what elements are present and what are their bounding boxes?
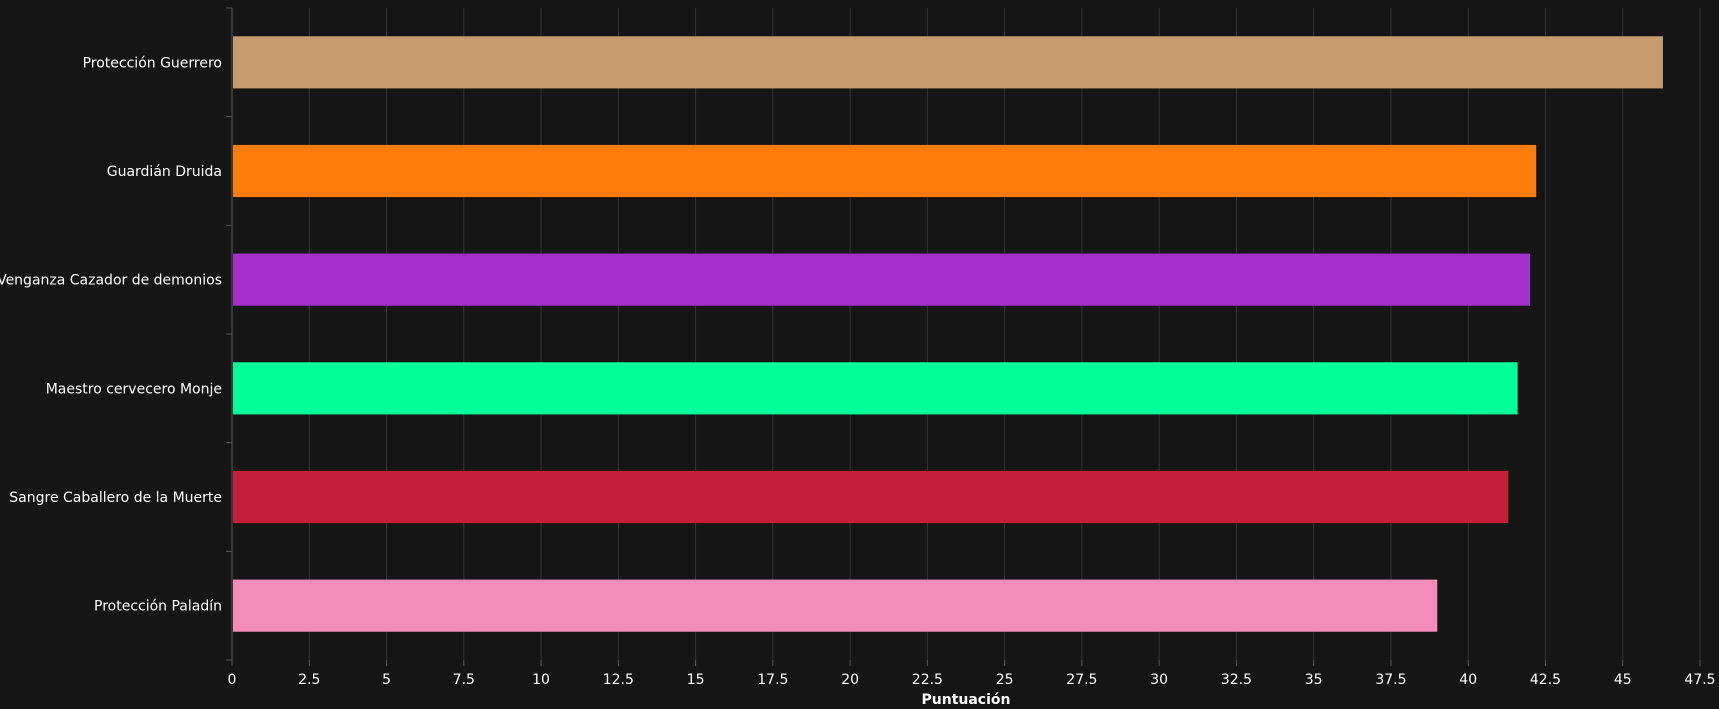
bar-chart: 0 2.5 5 7.5 10 12.5 15 17.5 20 22.5 25 27.5 30 32.5 35… bbox=[0, 7, 1716, 708]
x-tick-label: 20 bbox=[841, 672, 859, 688]
x-tick-label: 5 bbox=[382, 672, 391, 688]
x-tick-label: 30 bbox=[1150, 672, 1168, 688]
category-label: Venganza Cazador de demonios bbox=[0, 273, 222, 289]
x-axis-title: Puntuación bbox=[922, 692, 1011, 708]
chart-container: 0 2.5 5 7.5 10 12.5 15 17.5 20 22.5 25 27.5 30 32.5 35… bbox=[0, 0, 1719, 709]
x-tick-label: 37.5 bbox=[1375, 672, 1406, 688]
x-tick-label: 12.5 bbox=[603, 672, 634, 688]
x-tick-label: 32.5 bbox=[1221, 672, 1252, 688]
x-tick-label: 45 bbox=[1614, 672, 1632, 688]
bar[interactable] bbox=[233, 579, 1438, 632]
category-label: Sangre Caballero de la Muerte bbox=[9, 490, 222, 506]
category-label: Protección Paladín bbox=[94, 599, 222, 615]
bar[interactable] bbox=[233, 253, 1531, 306]
bar[interactable] bbox=[233, 144, 1537, 198]
x-tick-label: 15 bbox=[687, 672, 705, 688]
bar[interactable] bbox=[233, 362, 1518, 415]
x-tick-label: 40 bbox=[1459, 672, 1477, 688]
x-tick-label: 35 bbox=[1305, 672, 1323, 688]
x-tick-label: 7.5 bbox=[453, 672, 475, 688]
x-tick-label: 0 bbox=[228, 672, 237, 688]
x-tick-label: 47.5 bbox=[1684, 672, 1715, 688]
category-label: Guardián Druida bbox=[107, 164, 222, 180]
x-tick-label: 25 bbox=[996, 672, 1014, 688]
x-tick-label: 22.5 bbox=[912, 672, 943, 688]
bar[interactable] bbox=[233, 36, 1663, 89]
x-tick-label: 2.5 bbox=[298, 672, 320, 688]
bars-layer bbox=[233, 36, 1663, 632]
x-tick-label: 10 bbox=[532, 672, 550, 688]
x-tick-label: 27.5 bbox=[1066, 672, 1097, 688]
category-label: Maestro cervecero Monje bbox=[46, 381, 222, 397]
bar[interactable] bbox=[233, 470, 1509, 524]
x-tick-label: 17.5 bbox=[757, 672, 788, 688]
category-label: Protección Guerrero bbox=[83, 55, 222, 71]
x-tick-label: 42.5 bbox=[1530, 672, 1561, 688]
grid-layer bbox=[308, 8, 1701, 660]
